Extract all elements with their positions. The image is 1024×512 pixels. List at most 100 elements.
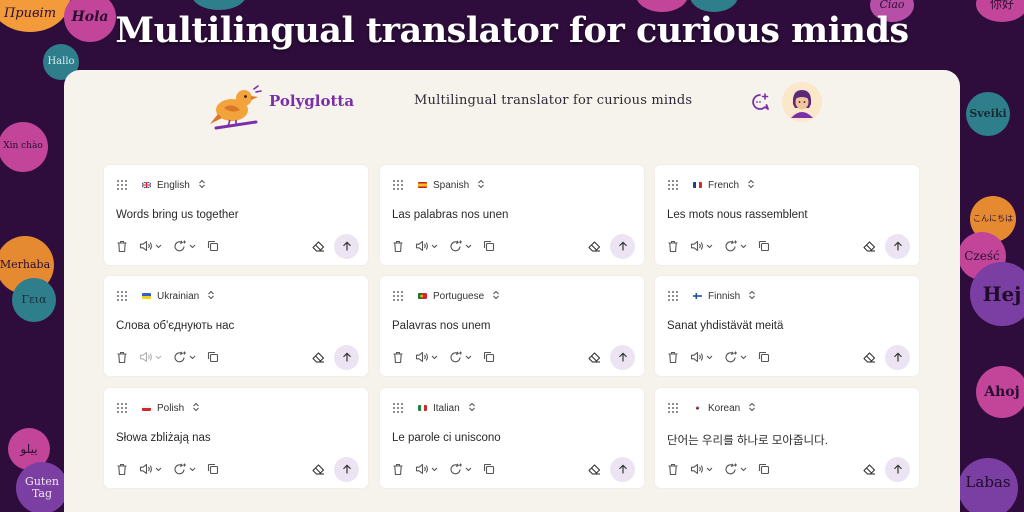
language-select[interactable]: Polish bbox=[157, 403, 184, 414]
drag-handle-icon[interactable] bbox=[116, 290, 128, 302]
chevron-up-down-icon[interactable] bbox=[492, 290, 500, 303]
speak-button[interactable] bbox=[690, 240, 713, 252]
copy-button[interactable] bbox=[207, 351, 219, 363]
clear-button[interactable] bbox=[588, 350, 601, 368]
card-toolbar bbox=[392, 461, 506, 477]
regenerate-button[interactable] bbox=[724, 350, 747, 364]
delete-button[interactable] bbox=[116, 351, 128, 364]
translation-text[interactable]: Palavras nos unem bbox=[392, 320, 490, 332]
clear-button[interactable] bbox=[312, 462, 325, 480]
translation-text[interactable]: Words bring us together bbox=[116, 209, 239, 221]
clear-button[interactable] bbox=[588, 239, 601, 257]
speak-button[interactable] bbox=[690, 351, 713, 363]
translation-text[interactable]: Sanat yhdistävät meitä bbox=[667, 320, 783, 332]
user-avatar[interactable] bbox=[782, 82, 822, 122]
speak-button[interactable] bbox=[139, 463, 162, 475]
copy-button[interactable] bbox=[483, 463, 495, 475]
speak-button[interactable] bbox=[415, 351, 438, 363]
regenerate-button[interactable] bbox=[173, 239, 196, 253]
translation-text[interactable]: Słowa zbliżają nas bbox=[116, 432, 211, 444]
speak-button[interactable] bbox=[139, 351, 162, 363]
send-button[interactable] bbox=[610, 345, 635, 370]
drag-handle-icon[interactable] bbox=[667, 179, 679, 191]
send-button[interactable] bbox=[610, 457, 635, 482]
chevron-up-down-icon[interactable] bbox=[747, 179, 755, 192]
chevron-up-down-icon[interactable] bbox=[748, 290, 756, 303]
drag-handle-icon[interactable] bbox=[392, 290, 404, 302]
translation-text[interactable]: Las palabras nos unen bbox=[392, 209, 508, 221]
send-button[interactable] bbox=[885, 234, 910, 259]
drag-handle-icon[interactable] bbox=[116, 179, 128, 191]
language-select[interactable]: French bbox=[708, 180, 739, 191]
chevron-up-down-icon[interactable] bbox=[198, 179, 206, 192]
delete-button[interactable] bbox=[116, 240, 128, 253]
drag-handle-icon[interactable] bbox=[392, 179, 404, 191]
speak-button[interactable] bbox=[690, 463, 713, 475]
copy-button[interactable] bbox=[483, 240, 495, 252]
drag-handle-icon[interactable] bbox=[667, 402, 679, 414]
regenerate-button[interactable] bbox=[449, 350, 472, 364]
clear-button[interactable] bbox=[863, 462, 876, 480]
card-header: Finnish bbox=[667, 289, 756, 303]
delete-button[interactable] bbox=[392, 463, 404, 476]
chevron-up-down-icon[interactable] bbox=[468, 402, 476, 415]
send-button[interactable] bbox=[610, 234, 635, 259]
language-select[interactable]: Korean bbox=[708, 403, 740, 414]
send-button[interactable] bbox=[885, 457, 910, 482]
clear-button[interactable] bbox=[863, 350, 876, 368]
translation-text[interactable]: Le parole ci uniscono bbox=[392, 432, 501, 444]
send-button[interactable] bbox=[334, 234, 359, 259]
copy-button[interactable] bbox=[758, 351, 770, 363]
clear-button[interactable] bbox=[312, 239, 325, 257]
chevron-up-down-icon[interactable] bbox=[477, 179, 485, 192]
language-select[interactable]: English bbox=[157, 180, 190, 191]
clear-button[interactable] bbox=[312, 350, 325, 368]
send-button[interactable] bbox=[334, 457, 359, 482]
regenerate-button[interactable] bbox=[173, 350, 196, 364]
language-select[interactable]: Finnish bbox=[708, 291, 740, 302]
translation-text[interactable]: Les mots nous rassemblent bbox=[667, 209, 808, 221]
speak-button[interactable] bbox=[415, 240, 438, 252]
language-select[interactable]: Spanish bbox=[433, 180, 469, 191]
translation-text[interactable]: 단어는 우리를 하나로 모아줍니다. bbox=[667, 432, 828, 448]
regenerate-button[interactable] bbox=[724, 462, 747, 476]
trash-icon bbox=[392, 351, 404, 364]
regenerate-button[interactable] bbox=[173, 462, 196, 476]
delete-button[interactable] bbox=[667, 351, 679, 364]
eraser-icon bbox=[588, 350, 601, 367]
language-select[interactable]: Italian bbox=[433, 403, 460, 414]
language-select[interactable]: Ukrainian bbox=[157, 291, 199, 302]
speak-button[interactable] bbox=[139, 240, 162, 252]
delete-button[interactable] bbox=[392, 240, 404, 253]
drag-handle-icon[interactable] bbox=[667, 290, 679, 302]
card-toolbar bbox=[392, 238, 506, 254]
delete-button[interactable] bbox=[116, 463, 128, 476]
clear-button[interactable] bbox=[588, 462, 601, 480]
delete-button[interactable] bbox=[667, 240, 679, 253]
regenerate-button[interactable] bbox=[724, 239, 747, 253]
chat-sparkle-icon[interactable] bbox=[750, 92, 770, 112]
chevron-down-icon bbox=[706, 244, 713, 249]
delete-button[interactable] bbox=[392, 351, 404, 364]
send-button[interactable] bbox=[885, 345, 910, 370]
drag-handle-icon[interactable] bbox=[116, 402, 128, 414]
copy-button[interactable] bbox=[758, 240, 770, 252]
clear-button[interactable] bbox=[863, 239, 876, 257]
copy-button[interactable] bbox=[483, 351, 495, 363]
drag-handle-icon[interactable] bbox=[392, 402, 404, 414]
page-headline: Multilingual translator for curious mind… bbox=[115, 10, 909, 51]
delete-button[interactable] bbox=[667, 463, 679, 476]
regenerate-button[interactable] bbox=[449, 462, 472, 476]
regenerate-button[interactable] bbox=[449, 239, 472, 253]
chevron-up-down-icon[interactable] bbox=[192, 402, 200, 415]
language-select[interactable]: Portuguese bbox=[433, 291, 484, 302]
brand-name[interactable]: Polyglotta bbox=[269, 92, 354, 110]
chevron-up-down-icon[interactable] bbox=[748, 402, 756, 415]
speak-button[interactable] bbox=[415, 463, 438, 475]
chevron-up-down-icon[interactable] bbox=[207, 290, 215, 303]
translation-text[interactable]: Слова об'єднують нас bbox=[116, 320, 234, 332]
copy-button[interactable] bbox=[758, 463, 770, 475]
send-button[interactable] bbox=[334, 345, 359, 370]
copy-button[interactable] bbox=[207, 240, 219, 252]
copy-button[interactable] bbox=[207, 463, 219, 475]
